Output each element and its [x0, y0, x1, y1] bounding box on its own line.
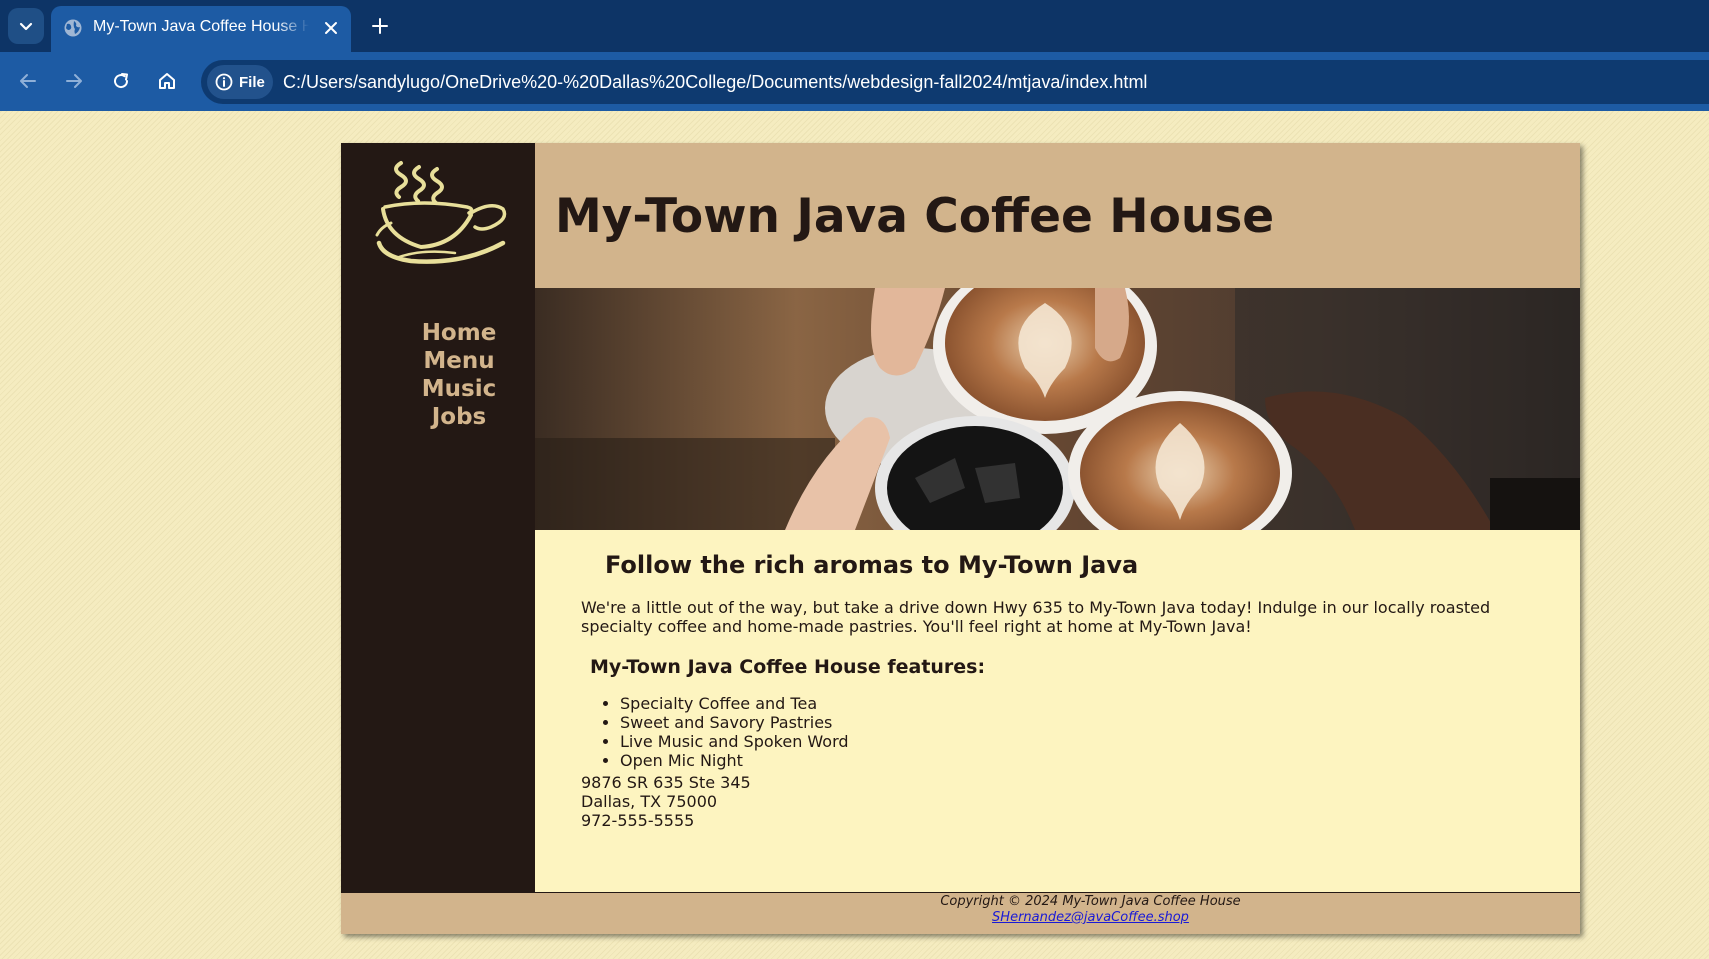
email-link[interactable]: SHernandez@javaCoffee.shop [601, 910, 1580, 926]
site-info-label: File [239, 73, 265, 91]
site-info-button[interactable]: File [207, 65, 273, 99]
chevron-down-icon [19, 22, 33, 31]
features-list: Specialty Coffee and Tea Sweet and Savor… [581, 694, 849, 770]
address-phone: 972-555-5555 [581, 811, 695, 830]
sidebar: Home Menu Music Jobs [341, 143, 535, 892]
nav-link-label: Menu [423, 348, 495, 374]
list-item: Specialty Coffee and Tea [620, 694, 849, 713]
address-bar[interactable]: File C:/Users/sandylugo/OneDrive%20-%20D… [201, 60, 1709, 104]
nav-link-jobs[interactable]: Jobs [341, 403, 535, 431]
features-heading: My-Town Java Coffee House features: [590, 656, 986, 678]
nav-link-label: Music [421, 376, 497, 402]
close-icon [325, 22, 337, 34]
arrow-left-icon [20, 74, 36, 88]
home-button[interactable] [150, 64, 184, 98]
info-icon [215, 73, 233, 91]
contact-address: 9876 SR 635 Ste 345 Dallas, TX 75000 972… [581, 773, 751, 830]
tab-title: My-Town Java Coffee House Home Page [93, 18, 309, 35]
copyright-text: Copyright © 2024 My-Town Java Coffee Hou… [940, 894, 1241, 909]
intro-paragraph: We're a little out of the way, but take … [581, 598, 1491, 636]
list-item: Live Music and Spoken Word [620, 732, 849, 751]
nav-link-label: Home [421, 320, 497, 346]
nav-link-label: Jobs [431, 404, 487, 430]
arrow-right-icon [66, 74, 82, 88]
tab-close-button[interactable] [319, 16, 343, 40]
browser-toolbar: File C:/Users/sandylugo/OneDrive%20-%20D… [0, 52, 1709, 111]
hero-coffee-image [535, 288, 1580, 530]
browser-tab[interactable]: My-Town Java Coffee House Home Page [51, 6, 351, 52]
main-nav: Home Menu Music Jobs [341, 319, 535, 431]
globe-icon [64, 19, 82, 37]
plus-icon [372, 18, 388, 34]
address-city: Dallas, TX 75000 [581, 792, 718, 811]
forward-button[interactable] [57, 64, 91, 98]
new-tab-button[interactable] [364, 10, 396, 42]
address-street: 9876 SR 635 Ste 345 [581, 773, 751, 792]
back-button[interactable] [11, 64, 45, 98]
page-title: My-Town Java Coffee House [555, 189, 1275, 244]
page-wrapper: Home Menu Music Jobs My-Town Java Coffee… [341, 143, 1580, 934]
list-item: Open Mic Night [620, 751, 849, 770]
reload-button[interactable] [104, 64, 138, 98]
url-text[interactable]: C:/Users/sandylugo/OneDrive%20-%20Dallas… [283, 72, 1147, 93]
page-footer: Copyright © 2024 My-Town Java Coffee Hou… [341, 892, 1580, 934]
reload-icon [114, 73, 129, 89]
coffee-cup-logo [375, 161, 507, 264]
nav-link-home[interactable]: Home [341, 319, 535, 347]
tab-search-button[interactable] [8, 8, 44, 44]
content-heading: Follow the rich aromas to My-Town Java [605, 551, 1139, 579]
browser-tabstrip: My-Town Java Coffee House Home Page [0, 0, 1709, 52]
list-item: Sweet and Savory Pastries [620, 713, 849, 732]
nav-link-music[interactable]: Music [341, 375, 535, 403]
main-content: Follow the rich aromas to My-Town Java W… [535, 530, 1580, 892]
page-header: My-Town Java Coffee House [535, 143, 1580, 288]
nav-link-menu[interactable]: Menu [341, 347, 535, 375]
home-icon [159, 73, 175, 89]
